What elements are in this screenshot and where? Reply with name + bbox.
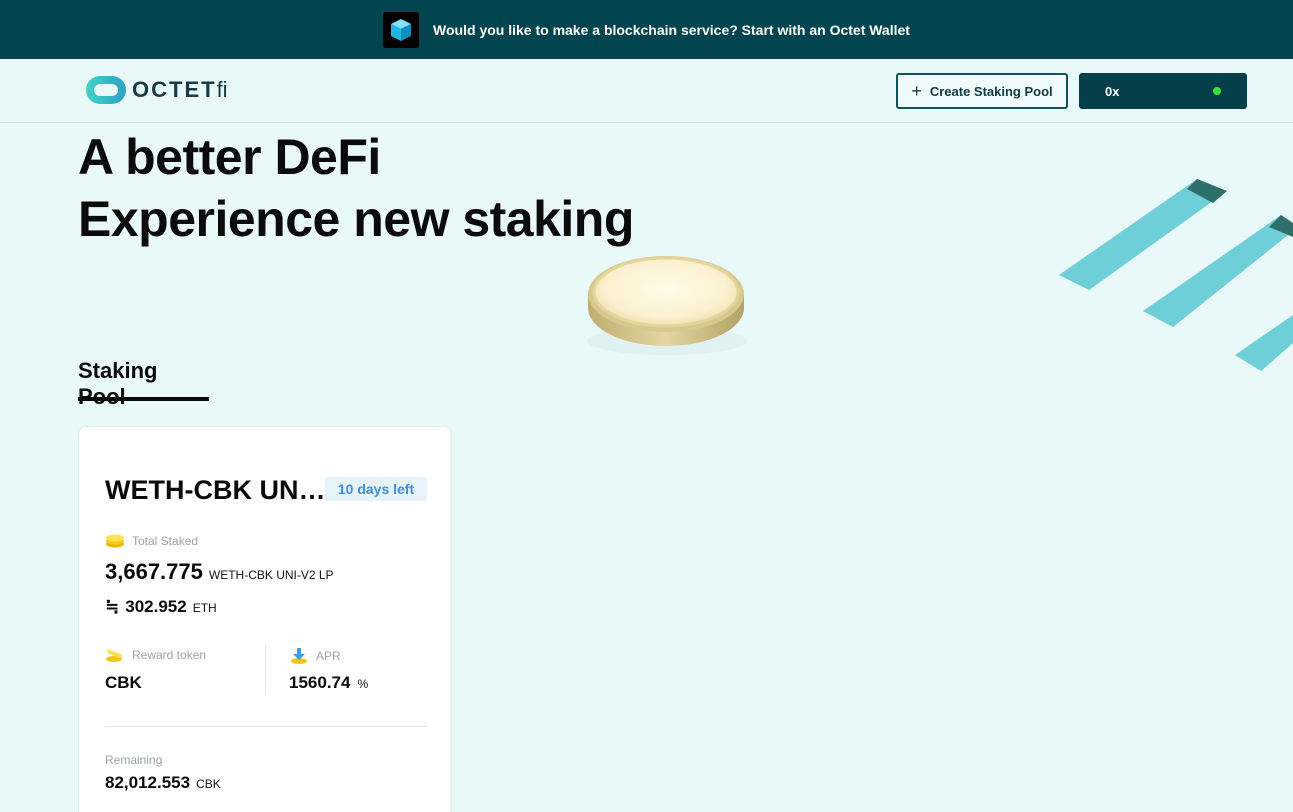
logo-text: OCTET (132, 77, 217, 102)
apr-arrow-icon (291, 648, 307, 664)
octetfi-logo[interactable]: OCTETfi (86, 76, 228, 104)
hero-line-1: A better DeFi (78, 129, 381, 185)
staking-pool-card[interactable]: WETH-CBK UNI-V2 LP 10 days left Total St… (78, 426, 452, 812)
reward-token-value: CBK (105, 673, 142, 692)
plus-icon: + (911, 81, 922, 101)
pool-title: WETH-CBK UNI-V2 LP (105, 475, 327, 505)
apr-value: 1560.74 (289, 673, 351, 692)
approx-symbol: ≒ (105, 597, 120, 616)
logo-suffix: fi (216, 77, 228, 102)
logo-pill-icon (86, 76, 126, 104)
remaining-label: Remaining (105, 753, 163, 767)
days-left-badge: 10 days left (325, 477, 427, 501)
eth-unit: ETH (192, 601, 217, 615)
vertical-divider (265, 645, 266, 695)
total-staked-value: 3,667.775 (105, 559, 203, 584)
create-staking-pool-button[interactable]: + Create Staking Pool (896, 73, 1068, 109)
wallet-address-button[interactable]: 0x (1079, 73, 1247, 109)
create-staking-pool-label: Create Staking Pool (929, 83, 1053, 99)
header: OCTETfi + Create Staking Pool 0x (0, 59, 1293, 123)
connection-status-dot (1213, 87, 1221, 95)
reward-token-icon (106, 649, 123, 662)
decorative-stripes (1059, 179, 1293, 371)
total-staked-label: Total Staked (132, 534, 199, 548)
hero-line-2: Experience new staking (78, 191, 634, 247)
remaining-unit: CBK (196, 777, 221, 791)
hero-heading: A better DeFi Experience new staking (78, 126, 634, 250)
tab-staking-pool[interactable]: Staking Pool (78, 358, 209, 409)
promo-banner[interactable]: Would you like to make a blockchain serv… (0, 0, 1293, 59)
reward-token-label: Reward token (132, 648, 207, 662)
banner-text[interactable]: Would you like to make a blockchain serv… (433, 22, 910, 38)
apr-label: APR (316, 649, 341, 663)
coin-stack-icon (106, 534, 124, 548)
wallet-address: 0x (1105, 83, 1120, 99)
horizontal-divider (105, 726, 427, 727)
remaining-value: 82,012.553 (105, 773, 191, 792)
octet-cube-icon (383, 11, 420, 48)
eth-value: 302.952 (125, 597, 187, 616)
total-staked-unit: WETH-CBK UNI-V2 LP (208, 568, 334, 582)
apr-unit: % (357, 677, 369, 691)
coin-illustration (587, 256, 747, 355)
